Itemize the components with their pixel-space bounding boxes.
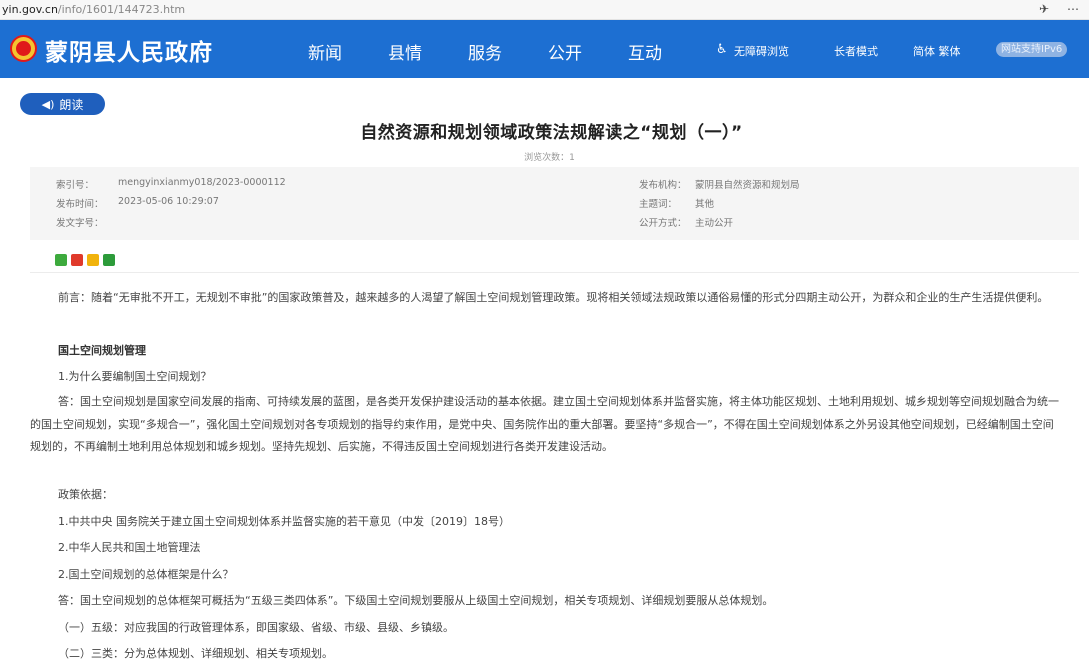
publish-time-label: 发布时间：: [56, 199, 104, 210]
topic-label: 主题词：: [639, 199, 678, 210]
question-2: 2.国土空间规划的总体框架是什么？: [58, 568, 234, 581]
qzone-icon[interactable]: [87, 254, 99, 266]
speaker-icon: ◀): [41, 97, 55, 111]
article-meta: 索引号： mengyinxianmy018/2023-0000112 发布时间： 2…: [30, 167, 1079, 240]
intro-paragraph: 前言：随着“无审批不开工，无规划不审批”的国家政策普及，越来越多的人渴望了解国土…: [58, 291, 1049, 304]
emblem-icon: [10, 35, 37, 62]
divider: [30, 272, 1079, 273]
nav-item-county-info[interactable]: 县情: [388, 39, 468, 64]
site-title[interactable]: 蒙阴县人民政府: [45, 33, 213, 67]
org-value: 蒙阴县自然资源和规划局: [695, 180, 800, 191]
pin-icon[interactable]: ✈: [1039, 2, 1049, 16]
section-heading: 国土空间规划管理: [58, 344, 146, 357]
basis-item-1: 1.中共中央 国务院关于建立国土空间规划体系并监督实施的若干意见（中发〔2019…: [58, 515, 510, 528]
nav-item-interaction[interactable]: 互动: [628, 39, 708, 64]
type-three-item: （二）三类：分为总体规划、详细规划、相关专项规划。: [58, 647, 333, 660]
read-aloud-button[interactable]: ◀) 朗读: [20, 93, 105, 115]
answer-1: 答：国土空间规划是国家空间发展的指南、可持续发展的蓝图，是各类开发保护建设活动的…: [30, 395, 1059, 453]
read-aloud-label: 朗读: [59, 97, 84, 112]
question-1: 1.为什么要编制国土空间规划？: [58, 370, 212, 383]
language-switch[interactable]: 简体 繁体: [913, 43, 961, 59]
basis-item-2: 2.中华人民共和国土地管理法: [58, 541, 201, 554]
topic-value: 其他: [695, 199, 715, 210]
view-count: 浏览次数：1: [524, 153, 575, 163]
level-five-item: （一）五级：对应我国的行政管理体系，即国家级、省级、市级、县级、乡镇级。: [58, 621, 454, 634]
nav-item-services[interactable]: 服务: [468, 39, 548, 64]
answer-2: 答：国土空间规划的总体框架可概括为“五级三类四体系”。下级国土空间规划要服从上级…: [58, 594, 774, 607]
publish-time-value: 2023-05-06 10:29:07: [118, 196, 219, 207]
accessibility-icon[interactable]: ♿: [716, 42, 728, 57]
browser-address-bar[interactable]: yin.gov.cn/info/1601/144723.htm ✈ ⋯: [0, 0, 1089, 20]
elder-mode-link[interactable]: 长者模式: [834, 43, 878, 59]
douban-icon[interactable]: [103, 254, 115, 266]
share-bar: [55, 254, 115, 266]
accessible-browse-link[interactable]: 无障碍浏览: [734, 43, 789, 59]
nav-item-news[interactable]: 新闻: [308, 39, 388, 64]
nav-item-public[interactable]: 公开: [548, 39, 628, 64]
index-no-label: 索引号：: [56, 180, 95, 191]
ipv6-badge: 网站支持IPv6: [996, 42, 1068, 57]
open-mode-value: 主动公开: [695, 218, 734, 229]
site-header: 蒙阴县人民政府 新闻 县情 服务 公开 互动 ♿ 无障碍浏览 长者模式 简体 繁…: [0, 20, 1089, 78]
org-label: 发布机构：: [639, 180, 687, 191]
url-text[interactable]: yin.gov.cn/info/1601/144723.htm: [0, 3, 185, 16]
main-nav: 新闻 县情 服务 公开 互动: [308, 39, 708, 64]
wechat-icon[interactable]: [55, 254, 67, 266]
open-mode-label: 公开方式：: [639, 218, 687, 229]
basis-label: 政策依据：: [58, 488, 113, 501]
weibo-icon[interactable]: [71, 254, 83, 266]
browser-extras: ✈ ⋯: [1039, 2, 1079, 16]
article-title: 自然资源和规划领域政策法规解读之“规划（一）”: [360, 123, 743, 143]
doc-no-label: 发文字号：: [56, 218, 104, 229]
more-icon[interactable]: ⋯: [1067, 2, 1079, 16]
index-no-value: mengyinxianmy018/2023-0000112: [118, 177, 286, 188]
